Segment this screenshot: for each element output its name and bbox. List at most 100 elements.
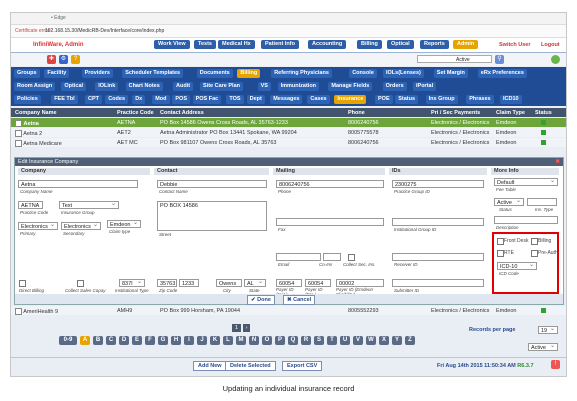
tab-mod[interactable]: Mod [152,95,170,104]
switch-user-link[interactable]: Switch User [499,42,530,48]
phone-input[interactable]: 8006240756 [276,180,384,188]
tab-referring-physicians[interactable]: Referring Physicians [271,69,332,78]
cosins-input[interactable] [323,253,341,261]
table-row[interactable]: Aetna 2 AET2 Aetna Administrator PO Box … [11,128,566,137]
street-input[interactable]: PO BOX 14586 [157,201,267,231]
tab-console[interactable]: Console [349,69,377,78]
institutional-type-select[interactable]: 837I [119,279,145,287]
search-icon[interactable]: ⚲ [495,55,504,64]
letter-filter-a[interactable]: A [80,336,90,345]
tool-icon[interactable]: ✚ [47,55,56,64]
tab-messages[interactable]: Messages [270,95,303,104]
letter-filter-h[interactable]: H [171,336,181,345]
tab-cases[interactable]: Cases [307,95,330,104]
tab-immunization[interactable]: Immunization [277,82,320,91]
letter-filter-0-9[interactable]: 0-9 [59,336,77,345]
letter-filter-d[interactable]: D [119,336,129,345]
export-csv-button[interactable]: Export CSV [282,361,323,371]
tab-ins-group[interactable]: Ins Group [425,95,458,104]
tab-icd10[interactable]: ICD10 [500,95,522,104]
bottom-active-select[interactable]: Active [528,343,558,351]
secondary-select[interactable]: Electronics [61,222,101,230]
letter-filter-i[interactable]: I [184,336,194,345]
delete-selected-button[interactable]: Delete Selected [225,361,276,371]
letter-filter-y[interactable]: Y [392,336,402,345]
header-phone[interactable]: Phone [348,110,365,116]
tab-groups[interactable]: Groups [14,69,40,78]
settings-icon[interactable]: ⚙ [59,55,68,64]
header-company[interactable]: Company Name [15,110,57,116]
nav-optical[interactable]: Optical [387,40,414,49]
company-name-input[interactable]: Aetna [18,180,138,188]
nav-tests[interactable]: Tests [194,40,216,49]
tab-iolink[interactable]: IOLink [95,82,119,91]
city-input[interactable]: Owens [216,279,242,287]
tab-site-care-plan[interactable]: Site Care Plan [200,82,243,91]
tab-iportal[interactable]: iPortal [413,82,437,91]
letter-filter-j[interactable]: J [197,336,207,345]
tab-orders[interactable]: Orders [382,82,407,91]
tab-insurance[interactable]: Insurance [334,95,367,104]
help-icon[interactable]: ? [71,55,80,64]
table-row[interactable]: AmeriHealth 9 AMH9 PO Box 999 Horsham, P… [11,306,566,315]
letter-filter-v[interactable]: V [353,336,363,345]
header-practice-code[interactable]: Practice Code [117,110,154,116]
nav-medical-hx[interactable]: Medical Hx [218,40,255,49]
letter-filter-g[interactable]: G [158,336,168,345]
header-payments[interactable]: Pri / Sec Payments [431,110,480,116]
done-button[interactable]: ✔ Done [247,295,275,305]
zip-input[interactable]: 35763 [157,279,177,287]
insurance-group-select[interactable]: Text [59,201,119,209]
ins-type-input[interactable] [527,198,557,206]
header-claim-type[interactable]: Claim Type [496,110,525,116]
tab-policies[interactable]: Policies [14,95,41,104]
letter-filter-k[interactable]: K [210,336,220,345]
status-select[interactable]: Active [494,198,524,206]
nav-work-view[interactable]: Work View [154,40,190,49]
tab-room-assign[interactable]: Room Assign [14,82,56,91]
letter-filter-s[interactable]: S [314,336,324,345]
tab-audit[interactable]: Audit [173,82,194,91]
nav-reports[interactable]: Reports [420,40,449,49]
primary-select[interactable]: Electronics [18,222,58,230]
cancel-button[interactable]: ✖ Cancel [283,295,316,305]
tab-poe[interactable]: POE [375,95,393,104]
letter-filter-t[interactable]: T [327,336,337,345]
header-contact-address[interactable]: Contact Address [160,110,204,116]
next-page-icon[interactable]: › [243,324,250,332]
collect-copay-checkbox[interactable] [77,280,84,287]
tab-optical[interactable]: Optical [61,82,87,91]
claim-type-select[interactable]: Emdeon [107,220,141,228]
fee-table-select[interactable]: Default [494,178,558,186]
logout-link[interactable]: Logout [541,42,560,48]
submitter-id-input[interactable] [392,279,484,287]
tab-dept[interactable]: Dept [246,95,265,104]
tab-scheduler-templates[interactable]: Scheduler Templates [122,69,184,78]
tab-billing[interactable]: Billing [237,69,261,78]
tab-tos[interactable]: TOS [226,95,244,104]
practice-code-input[interactable]: AETNA [18,201,43,209]
institutional-group-id-input[interactable] [392,218,484,226]
page-number[interactable]: 1 [232,324,241,332]
letter-filter-p[interactable]: P [275,336,285,345]
letter-filter-u[interactable]: U [340,336,350,345]
nav-admin[interactable]: Admin [453,40,479,49]
direct-billing-checkbox[interactable] [19,280,26,287]
tab-status[interactable]: Status [395,95,418,104]
letter-filter-r[interactable]: R [301,336,311,345]
nav-patient-info[interactable]: Patient Info [261,40,299,49]
front-desk-checkbox[interactable] [497,238,504,245]
payer-id-inst-input[interactable]: 60054 [276,279,302,287]
zip-ext-input[interactable]: 1233 [179,279,199,287]
active-filter-select[interactable]: Active [417,55,492,63]
tab-dx[interactable]: Dx [132,95,146,104]
letter-filter-w[interactable]: W [366,336,376,345]
receiver-id-input[interactable] [392,253,484,261]
tab-vs[interactable]: VS [257,82,271,91]
fax-input[interactable] [276,218,384,226]
letter-filter-l[interactable]: L [223,336,233,345]
tab-iols-lenses[interactable]: IOLs(Lenses) [383,69,424,78]
tab-chart-notes[interactable]: Chart Notes [125,82,163,91]
tab-codes[interactable]: Codes [105,95,128,104]
tab-providers[interactable]: Providers [81,69,113,78]
